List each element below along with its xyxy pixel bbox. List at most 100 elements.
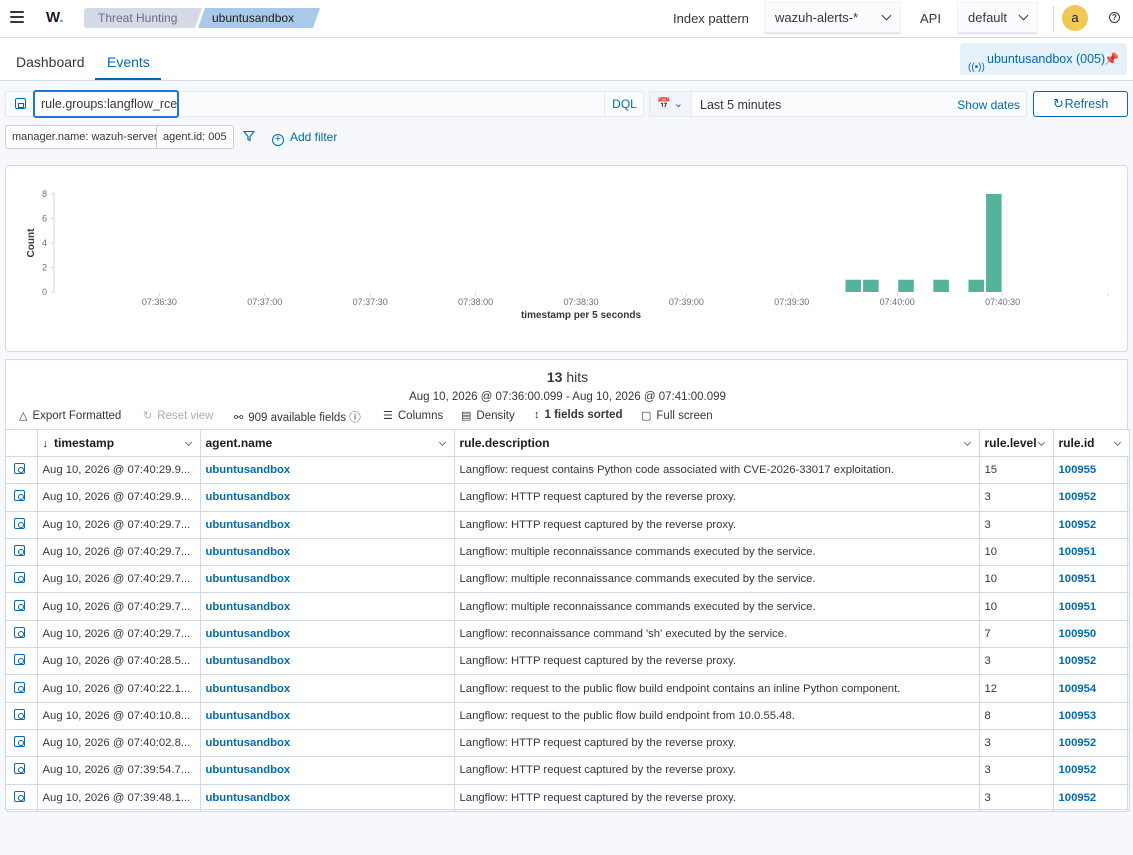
pin-icon[interactable]: 📌 — [1104, 43, 1119, 75]
column-header-rule-description[interactable]: rule.description — [454, 429, 980, 457]
chevron-down-icon[interactable] — [1037, 438, 1045, 447]
tab-events[interactable]: Events — [107, 54, 150, 70]
cell-rule-id[interactable]: 100955 — [1053, 456, 1130, 485]
show-dates-button[interactable]: Show dates — [957, 98, 1020, 112]
sort-fields-button[interactable]: ↕ 1 fields sorted — [534, 409, 622, 421]
table-row: Aug 10, 2026 @ 07:40:29.9... ubuntusandbo… — [6, 456, 1130, 485]
signal-icon: ((•)) — [968, 62, 985, 73]
top-header: W. Threat Hunting ubuntusandbox Index pa… — [0, 0, 1133, 38]
column-header-rule-level[interactable]: rule.level — [979, 429, 1054, 457]
hits-count: 13 hits — [6, 369, 1129, 385]
cell-rule-id[interactable]: 100953 — [1053, 702, 1130, 730]
cell-rule-id[interactable]: 100952 — [1053, 756, 1130, 785]
cell-rule-id[interactable]: 100952 — [1053, 729, 1130, 758]
x-tick-label: 07:39:30 — [774, 297, 809, 307]
cell-rule-description: Langflow: multiple reconnaissance comman… — [454, 538, 980, 567]
cell-agent-name[interactable]: ubuntusandbox — [200, 565, 455, 594]
tab-dashboard[interactable]: Dashboard — [16, 54, 85, 70]
filter-pill-manager[interactable]: manager.name: wazuh-server — [5, 125, 165, 149]
cell-agent-name[interactable]: ubuntusandbox — [200, 674, 455, 703]
cell-rule-id[interactable]: 100952 — [1053, 784, 1130, 812]
filter-icon[interactable] — [243, 130, 255, 142]
info-icon: ⓘ — [349, 412, 361, 424]
cell-agent-name[interactable]: ubuntusandbox — [200, 483, 455, 512]
cell-rule-description: Langflow: HTTP request captured by the r… — [454, 511, 980, 539]
inspect-icon — [14, 736, 25, 748]
cell-rule-id[interactable]: 100954 — [1053, 674, 1130, 703]
inspect-document-button[interactable] — [6, 729, 38, 758]
inspect-document-button[interactable] — [6, 456, 38, 485]
help-icon[interactable]: ? — [1109, 12, 1120, 23]
wazuh-logo[interactable]: W. — [46, 9, 64, 26]
cell-timestamp: Aug 10, 2026 @ 07:40:29.7... — [37, 565, 201, 594]
cell-rule-id[interactable]: 100951 — [1053, 565, 1130, 594]
search-input[interactable]: rule.groups:langflow_rce — [33, 90, 179, 118]
cell-rule-id[interactable]: 100952 — [1053, 511, 1130, 539]
chevron-down-icon[interactable] — [438, 438, 446, 447]
cell-agent-name[interactable]: ubuntusandbox — [200, 647, 455, 676]
cell-agent-name[interactable]: ubuntusandbox — [200, 538, 455, 567]
fullscreen-button[interactable]: ▢ Full screen — [641, 409, 713, 422]
x-tick-label: 07:38:30 — [563, 297, 598, 307]
user-avatar[interactable]: a — [1062, 5, 1088, 31]
fullscreen-label: Full screen — [656, 410, 713, 422]
column-header-agent-name[interactable]: agent.name — [200, 429, 455, 457]
breadcrumb-agent[interactable]: ubuntusandbox — [198, 8, 320, 28]
fields-label: 909 available fields — [248, 412, 347, 424]
cell-rule-id[interactable]: 100952 — [1053, 647, 1130, 676]
inspect-document-button[interactable] — [6, 647, 38, 676]
density-icon: ▤ — [461, 410, 472, 422]
inspect-document-button[interactable] — [6, 620, 38, 649]
api-select[interactable]: default — [958, 3, 1037, 34]
pinned-agent-button[interactable]: ((•)) ubuntusandbox (005) 📌 — [960, 43, 1127, 75]
export-formatted-button[interactable]: △ Export Formatted — [19, 409, 121, 422]
cell-agent-name[interactable]: ubuntusandbox — [200, 784, 455, 812]
chevron-down-icon[interactable] — [963, 438, 971, 447]
refresh-button[interactable]: ↻ Refresh — [1033, 91, 1128, 117]
inspect-icon — [14, 517, 25, 529]
date-range-value[interactable]: Last 5 minutes — [700, 98, 781, 112]
inspect-document-button[interactable] — [6, 702, 38, 730]
save-query-icon[interactable] — [15, 98, 26, 109]
add-filter-button[interactable]: + Add filter — [272, 130, 337, 146]
cell-agent-name[interactable]: ubuntusandbox — [200, 729, 455, 758]
filter-pill-agent[interactable]: agent.id: 005 — [156, 125, 234, 149]
cell-rule-description: Langflow: request to the public flow bui… — [454, 674, 980, 703]
cell-rule-id[interactable]: 100952 — [1053, 483, 1130, 512]
inspect-document-button[interactable] — [6, 674, 38, 703]
inspect-icon — [14, 545, 25, 557]
column-header-timestamp[interactable]: ↓ timestamp — [37, 429, 201, 457]
inspect-document-button[interactable] — [6, 511, 38, 539]
cell-rule-id[interactable]: 100950 — [1053, 620, 1130, 649]
table-row: Aug 10, 2026 @ 07:40:29.7... ubuntusandbo… — [6, 538, 1130, 567]
calendar-icon[interactable]: 📅 ⌄ — [650, 92, 692, 116]
column-header-rule-id[interactable]: rule.id — [1053, 429, 1130, 457]
cell-agent-name[interactable]: ubuntusandbox — [200, 702, 455, 730]
inspect-document-button[interactable] — [6, 565, 38, 594]
cell-agent-name[interactable]: ubuntusandbox — [200, 456, 455, 485]
index-pattern-select[interactable]: wazuh-alerts-* — [765, 3, 900, 34]
inspect-document-button[interactable] — [6, 538, 38, 567]
inspect-document-button[interactable] — [6, 784, 38, 812]
cell-agent-name[interactable]: ubuntusandbox — [200, 756, 455, 785]
density-button[interactable]: ▤ Density — [461, 409, 515, 422]
cell-rule-id[interactable]: 100951 — [1053, 538, 1130, 567]
chevron-down-icon[interactable] — [1113, 438, 1121, 447]
cell-agent-name[interactable]: ubuntusandbox — [200, 620, 455, 649]
available-fields-button[interactable]: ⚯ 909 available fields ⓘ — [234, 409, 361, 425]
inspect-document-button[interactable] — [6, 592, 38, 621]
inspect-document-button[interactable] — [6, 756, 38, 785]
cell-agent-name[interactable]: ubuntusandbox — [200, 592, 455, 621]
hamburger-menu-icon[interactable] — [10, 11, 24, 23]
chevron-down-icon[interactable] — [184, 438, 192, 447]
breadcrumb-threat-hunting[interactable]: Threat Hunting — [84, 8, 202, 28]
query-language-button[interactable]: DQL — [604, 92, 644, 116]
cell-agent-name[interactable]: ubuntusandbox — [200, 511, 455, 539]
reset-view-button[interactable]: ↻ Reset view — [143, 409, 213, 422]
cell-timestamp: Aug 10, 2026 @ 07:40:29.7... — [37, 592, 201, 621]
cell-rule-id[interactable]: 100951 — [1053, 592, 1130, 621]
cell-rule-description: Langflow: multiple reconnaissance comman… — [454, 565, 980, 594]
histogram-bar — [968, 279, 985, 292]
inspect-document-button[interactable] — [6, 483, 38, 512]
columns-button[interactable]: ☰ Columns — [383, 409, 443, 422]
